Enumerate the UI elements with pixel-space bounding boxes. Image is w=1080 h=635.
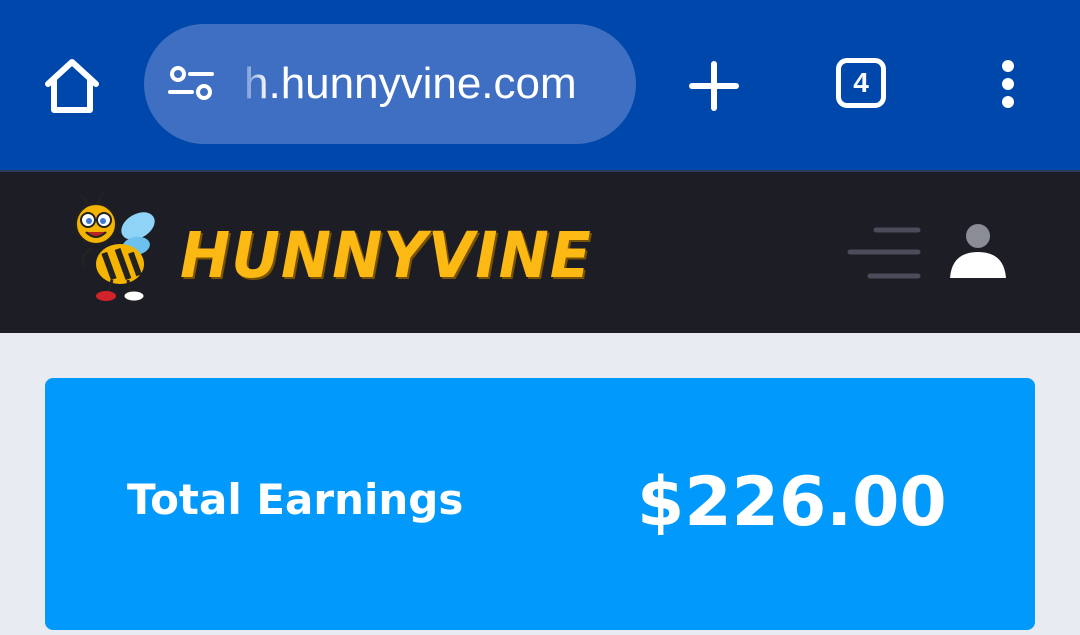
browser-menu-button[interactable] bbox=[990, 56, 1026, 116]
user-icon bbox=[950, 224, 1006, 278]
plus-icon bbox=[689, 61, 739, 111]
browser-toolbar: h.hunnyvine.com 4 bbox=[0, 0, 1080, 170]
url-fade bbox=[228, 54, 268, 114]
logo-link[interactable] bbox=[72, 190, 162, 304]
home-icon bbox=[45, 59, 99, 113]
tab-count: 4 bbox=[853, 67, 869, 98]
address-bar[interactable]: h.hunnyvine.com bbox=[144, 24, 636, 144]
home-button[interactable] bbox=[40, 54, 104, 118]
url-text[interactable]: h.hunnyvine.com bbox=[244, 24, 577, 144]
total-earnings-card: Total Earnings $226.00 bbox=[45, 378, 1035, 630]
site-settings-icon bbox=[168, 66, 214, 100]
site-settings-button[interactable] bbox=[166, 64, 216, 104]
total-earnings-label: Total Earnings bbox=[127, 475, 464, 524]
total-earnings-value: $226.00 bbox=[637, 463, 947, 542]
bee-mascot-icon bbox=[75, 192, 155, 302]
site-menu-button[interactable] bbox=[846, 224, 922, 284]
brand-name[interactable]: HUNNYVINE bbox=[180, 214, 592, 298]
more-vertical-icon bbox=[1002, 60, 1014, 108]
site-header: HUNNYVINE bbox=[0, 170, 1080, 333]
new-tab-button[interactable] bbox=[686, 58, 742, 114]
tab-switcher-button[interactable]: 4 bbox=[836, 58, 886, 108]
hamburger-menu-icon bbox=[847, 227, 921, 279]
account-button[interactable] bbox=[946, 222, 1010, 282]
